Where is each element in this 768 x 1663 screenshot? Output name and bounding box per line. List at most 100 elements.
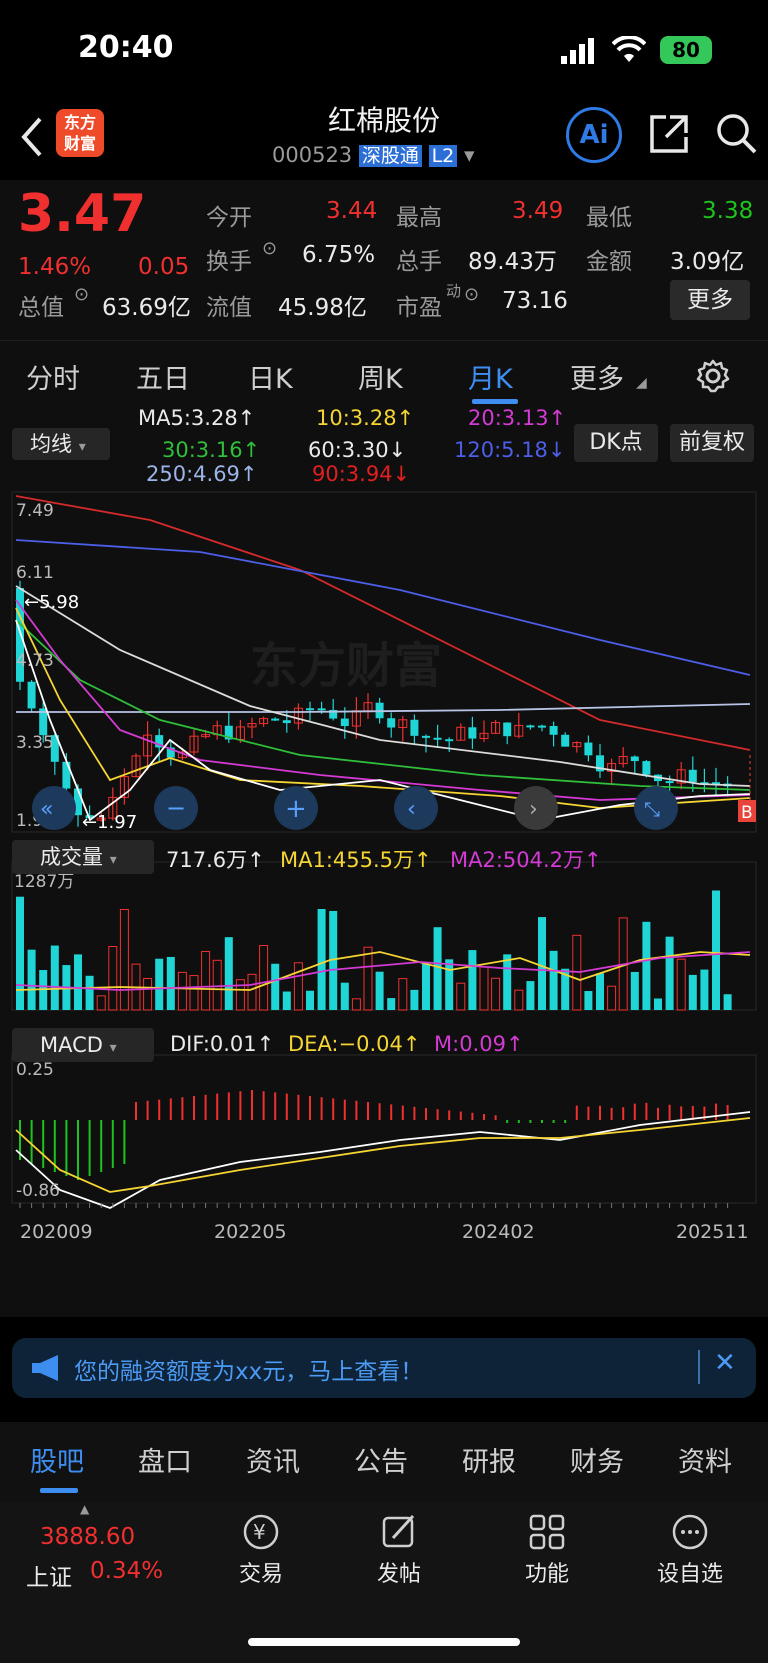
scroll-left-button[interactable]: ‹: [394, 786, 438, 830]
svg-text:B: B: [741, 803, 753, 823]
float-value: 45.98亿: [278, 295, 367, 321]
wifi-icon: [611, 35, 647, 68]
x-axis-ticks: [19, 1203, 729, 1208]
tab-research[interactable]: 研报: [462, 1440, 516, 1479]
tab-daily-k[interactable]: 日K: [248, 357, 293, 396]
financing-banner[interactable]: 您的融资额度为xx元，马上查看！ ✕: [12, 1338, 756, 1398]
close-icon[interactable]: ✕: [714, 1348, 736, 1378]
float-label: 流值: [206, 295, 252, 321]
tab-monthly-k[interactable]: 月K: [468, 357, 513, 396]
volume-bar: [712, 890, 720, 1010]
watchlist-button[interactable]: 设自选: [650, 1512, 730, 1588]
more-dots-icon: [672, 1514, 708, 1550]
macd-selector[interactable]: MACD ▾: [12, 1028, 154, 1062]
ma-selector[interactable]: 均线 ▾: [12, 428, 110, 460]
ma250-legend: 250:4.69↑: [146, 462, 258, 486]
post-button[interactable]: 发帖: [364, 1512, 434, 1588]
tab-intraday[interactable]: 分时: [26, 357, 80, 396]
tab-news[interactable]: 资讯: [246, 1440, 300, 1479]
status-time: 20:40: [78, 30, 174, 65]
y-label-4: 3.35: [16, 733, 54, 753]
volume-selector[interactable]: 成交量 ▾: [12, 840, 154, 874]
amount-value: 3.09亿: [670, 249, 745, 275]
dk-point-button[interactable]: DK点: [574, 424, 658, 462]
volume-bar: [398, 978, 408, 1011]
candle-body: [282, 720, 291, 724]
ma-selector-label: 均线: [30, 432, 72, 456]
ai-button[interactable]: Ai: [566, 107, 622, 163]
zoom-in-button[interactable]: +: [274, 786, 318, 830]
index-value: 3888.60: [40, 1524, 136, 1550]
high-value: 3.49: [512, 198, 564, 224]
stock-code: 000523: [272, 143, 353, 167]
scroll-right-button[interactable]: ›: [514, 786, 558, 830]
level-badge: L2: [428, 145, 458, 167]
function-button[interactable]: 功能: [512, 1512, 582, 1588]
svg-text:›: ›: [529, 797, 538, 822]
candle-body: [306, 708, 314, 711]
bottom-bar: ▲ 3888.60 上证 0.34% ¥ 交易 发帖 功能 设自选: [0, 1502, 768, 1663]
macd-dea-line: [15, 1117, 751, 1193]
macd-y-bottom: -0.86: [16, 1181, 60, 1201]
volume-bar: [166, 956, 175, 1010]
tab-announcements[interactable]: 公告: [354, 1440, 408, 1479]
candle-body: [665, 781, 674, 784]
tab-five-day[interactable]: 五日: [136, 357, 190, 396]
fullscreen-button[interactable]: ⤡: [634, 786, 678, 830]
macd-lines: [15, 1111, 751, 1209]
market-badge: 深股通: [358, 145, 422, 167]
volume-ma1-legend: MA1:455.5万↑: [280, 848, 432, 872]
mcap-label: 总值: [18, 295, 64, 321]
tab-guba[interactable]: 股吧: [30, 1440, 84, 1479]
active-info-tab-indicator: [40, 1488, 78, 1493]
share-icon[interactable]: [648, 113, 690, 159]
volume-bar: [282, 991, 291, 1010]
volume-bar: [433, 927, 442, 1010]
volume-bar: [654, 998, 662, 1010]
tab-pankou[interactable]: 盘口: [138, 1440, 192, 1479]
tab-weekly-k[interactable]: 周K: [358, 357, 403, 396]
macd-y-top: 0.25: [16, 1060, 54, 1080]
index-caret-icon: ▲: [80, 1502, 90, 1516]
volume-bar: [584, 991, 593, 1010]
volume-selector-label: 成交量: [40, 845, 103, 869]
dropdown-icon: ▾: [78, 439, 86, 455]
tab-more[interactable]: 更多: [570, 357, 624, 396]
macd-dif-line: [15, 1111, 751, 1209]
trade-button[interactable]: ¥ 交易: [226, 1512, 296, 1588]
volume-bar: [607, 985, 617, 1011]
volume-bar: [235, 979, 245, 1011]
volume-label: 总手: [396, 249, 442, 275]
watchlist-label: 设自选: [656, 1562, 723, 1587]
candle-body: [561, 734, 570, 747]
candle-body: [317, 708, 326, 711]
volume-bar: [700, 969, 709, 1010]
y-label-2: 6.11: [16, 563, 54, 583]
scroll-left-fast-button[interactable]: «: [32, 786, 76, 830]
current-price: 3.47: [18, 184, 147, 244]
kline-chart[interactable]: 东方财富 7.49 6.11 4.73 3.35 1.97 ←5.98 ←1.9…: [0, 490, 768, 1300]
volume-bar: [96, 995, 106, 1011]
info-icon[interactable]: ⊙: [262, 238, 277, 259]
ma120-legend: 120:5.18↓: [454, 438, 566, 462]
adjust-button[interactable]: 前复权: [670, 424, 754, 462]
mcap-info-icon[interactable]: ⊙: [74, 284, 89, 305]
volume-bar: [526, 981, 535, 1010]
tab-profile[interactable]: 资料: [678, 1440, 732, 1479]
volume-bar: [445, 959, 454, 1010]
chevron-down-icon[interactable]: ▾: [464, 143, 475, 167]
zoom-out-button[interactable]: −: [154, 786, 198, 830]
grid-icon: [529, 1514, 565, 1550]
candle-body: [271, 718, 280, 721]
volume-bar: [363, 946, 373, 1011]
candle-body: [27, 681, 36, 709]
more-button[interactable]: 更多: [670, 280, 750, 320]
volume-bar: [50, 945, 59, 1010]
tab-finance[interactable]: 财务: [570, 1440, 624, 1479]
macd-dea-legend: DEA:−0.04↑: [288, 1032, 421, 1056]
pe-info-icon[interactable]: ⊙: [464, 284, 479, 305]
chart-area: MA5:3.28↑ 10:3.28↑ 20:3.13↑ 均线 ▾ 30:3.16…: [0, 406, 768, 1317]
search-icon[interactable]: [714, 111, 758, 159]
pe-sup: 动: [446, 282, 462, 300]
settings-gear-icon[interactable]: [696, 359, 730, 397]
